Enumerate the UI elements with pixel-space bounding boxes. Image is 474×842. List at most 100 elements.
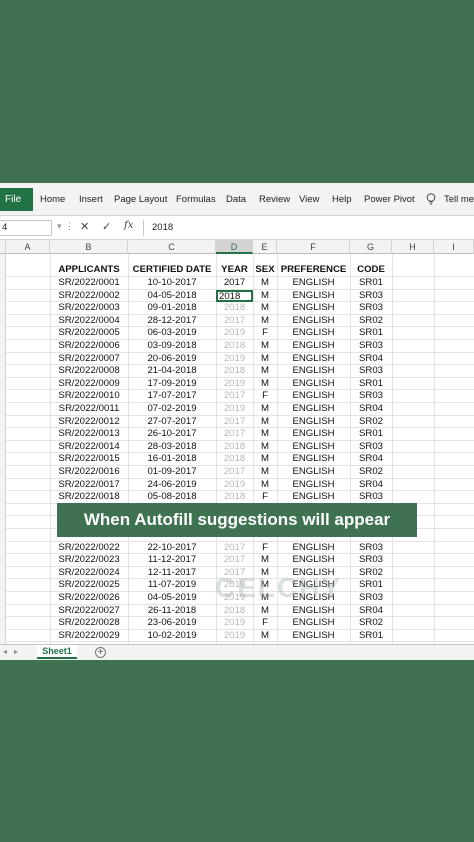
code-cell[interactable]: SR03 <box>350 542 392 555</box>
code-cell[interactable]: SR02 <box>350 315 392 328</box>
applicant-cell[interactable]: SR/2022/0011 <box>50 403 128 416</box>
applicant-cell[interactable]: SR/2022/0007 <box>50 353 128 366</box>
header-preference[interactable]: PREFERENCE <box>277 264 350 277</box>
certified-date-cell[interactable]: 03-09-2018 <box>128 340 216 353</box>
name-box-dropdown-icon[interactable]: ▾ <box>57 221 62 232</box>
applicant-cell[interactable]: SR/2022/0026 <box>50 592 128 605</box>
autofill-suggestion-cell[interactable]: 2019 <box>216 327 253 340</box>
sex-cell[interactable]: M <box>253 302 277 315</box>
autofill-suggestion-cell[interactable]: 2017 <box>216 428 253 441</box>
preference-cell[interactable]: ENGLISH <box>277 290 350 303</box>
applicant-cell[interactable]: SR/2022/0003 <box>50 302 128 315</box>
applicant-cell[interactable]: SR/2022/0009 <box>50 378 128 391</box>
autofill-suggestion-cell[interactable]: 2018 <box>216 491 253 504</box>
code-cell[interactable]: SR03 <box>350 290 392 303</box>
certified-date-cell[interactable]: 16-01-2018 <box>128 453 216 466</box>
column-header-c[interactable]: C <box>128 240 216 254</box>
certified-date-cell[interactable]: 17-07-2017 <box>128 390 216 403</box>
tab-view[interactable]: View <box>299 188 319 211</box>
column-header-e[interactable]: E <box>253 240 277 254</box>
code-cell[interactable]: SR03 <box>350 390 392 403</box>
column-header-a[interactable]: A <box>6 240 50 254</box>
preference-cell[interactable]: ENGLISH <box>277 605 350 618</box>
prev-sheet-icon[interactable]: ◂ <box>3 647 7 656</box>
code-cell[interactable]: SR03 <box>350 441 392 454</box>
autofill-suggestion-cell[interactable]: 2019 <box>216 353 253 366</box>
sex-cell[interactable]: F <box>253 542 277 555</box>
lightbulb-icon[interactable] <box>426 193 436 206</box>
certified-date-cell[interactable]: 22-10-2017 <box>128 542 216 555</box>
preference-cell[interactable]: ENGLISH <box>277 617 350 630</box>
sex-cell[interactable]: M <box>253 277 277 290</box>
year-cell[interactable]: 2017 <box>216 277 253 290</box>
sex-cell[interactable]: F <box>253 617 277 630</box>
sex-cell[interactable]: M <box>253 403 277 416</box>
applicant-cell[interactable]: SR/2022/0024 <box>50 567 128 580</box>
tab-power-pivot[interactable]: Power Pivot <box>364 188 415 211</box>
applicant-cell[interactable]: SR/2022/0023 <box>50 554 128 567</box>
certified-date-cell[interactable]: 07-02-2019 <box>128 403 216 416</box>
sex-cell[interactable]: M <box>253 428 277 441</box>
header-year[interactable]: YEAR <box>216 264 253 277</box>
column-header-h[interactable]: H <box>392 240 434 254</box>
tab-home[interactable]: Home <box>40 188 65 211</box>
sex-cell[interactable]: M <box>253 416 277 429</box>
preference-cell[interactable]: ENGLISH <box>277 378 350 391</box>
autofill-suggestion-cell[interactable]: 2018 <box>216 441 253 454</box>
add-sheet-icon[interactable]: + <box>95 647 106 658</box>
code-cell[interactable]: SR03 <box>350 592 392 605</box>
certified-date-cell[interactable]: 05-08-2018 <box>128 491 216 504</box>
applicant-cell[interactable]: SR/2022/0022 <box>50 542 128 555</box>
certified-date-cell[interactable]: 23-06-2019 <box>128 617 216 630</box>
code-cell[interactable]: SR03 <box>350 365 392 378</box>
sex-cell[interactable]: M <box>253 466 277 479</box>
code-cell[interactable]: SR01 <box>350 428 392 441</box>
tab-review[interactable]: Review <box>259 188 290 211</box>
code-cell[interactable]: SR01 <box>350 579 392 592</box>
preference-cell[interactable]: ENGLISH <box>277 630 350 643</box>
cancel-icon[interactable]: ✕ <box>80 220 89 233</box>
certified-date-cell[interactable]: 04-05-2018 <box>128 290 216 303</box>
certified-date-cell[interactable]: 20-06-2019 <box>128 353 216 366</box>
certified-date-cell[interactable]: 21-04-2018 <box>128 365 216 378</box>
sex-cell[interactable]: M <box>253 378 277 391</box>
header-code[interactable]: CODE <box>350 264 392 277</box>
applicant-cell[interactable]: SR/2022/0005 <box>50 327 128 340</box>
sex-cell[interactable]: M <box>253 340 277 353</box>
code-cell[interactable]: SR01 <box>350 630 392 643</box>
certified-date-cell[interactable]: 09-01-2018 <box>128 302 216 315</box>
sex-cell[interactable]: M <box>253 353 277 366</box>
applicant-cell[interactable]: SR/2022/0015 <box>50 453 128 466</box>
preference-cell[interactable]: ENGLISH <box>277 491 350 504</box>
preference-cell[interactable]: ENGLISH <box>277 302 350 315</box>
applicant-cell[interactable]: SR/2022/0001 <box>50 277 128 290</box>
applicant-cell[interactable]: SR/2022/0012 <box>50 416 128 429</box>
code-cell[interactable]: SR02 <box>350 466 392 479</box>
sex-cell[interactable]: M <box>253 315 277 328</box>
column-header-i[interactable]: I <box>434 240 474 254</box>
code-cell[interactable]: SR03 <box>350 340 392 353</box>
tab-formulas[interactable]: Formulas <box>176 188 216 211</box>
column-header-f[interactable]: F <box>277 240 350 254</box>
preference-cell[interactable]: ENGLISH <box>277 327 350 340</box>
sheet-tab-sheet1[interactable]: Sheet1 <box>37 645 77 659</box>
header-certified-date[interactable]: CERTIFIED DATE <box>128 264 216 277</box>
applicant-cell[interactable]: SR/2022/0002 <box>50 290 128 303</box>
sex-cell[interactable]: M <box>253 630 277 643</box>
column-header-b[interactable]: B <box>50 240 128 254</box>
certified-date-cell[interactable]: 26-10-2017 <box>128 428 216 441</box>
certified-date-cell[interactable]: 06-03-2019 <box>128 327 216 340</box>
applicant-cell[interactable]: SR/2022/0016 <box>50 466 128 479</box>
code-cell[interactable]: SR03 <box>350 491 392 504</box>
applicant-cell[interactable]: SR/2022/0013 <box>50 428 128 441</box>
sex-cell[interactable]: M <box>253 290 277 303</box>
column-header-d[interactable]: D <box>216 240 253 254</box>
code-cell[interactable]: SR04 <box>350 453 392 466</box>
autofill-suggestion-cell[interactable]: 2017 <box>216 416 253 429</box>
tab-data[interactable]: Data <box>226 188 246 211</box>
preference-cell[interactable]: ENGLISH <box>277 453 350 466</box>
autofill-suggestion-cell[interactable]: 2018 <box>216 605 253 618</box>
applicant-cell[interactable]: SR/2022/0014 <box>50 441 128 454</box>
preference-cell[interactable]: ENGLISH <box>277 428 350 441</box>
certified-date-cell[interactable]: 10-10-2017 <box>128 277 216 290</box>
